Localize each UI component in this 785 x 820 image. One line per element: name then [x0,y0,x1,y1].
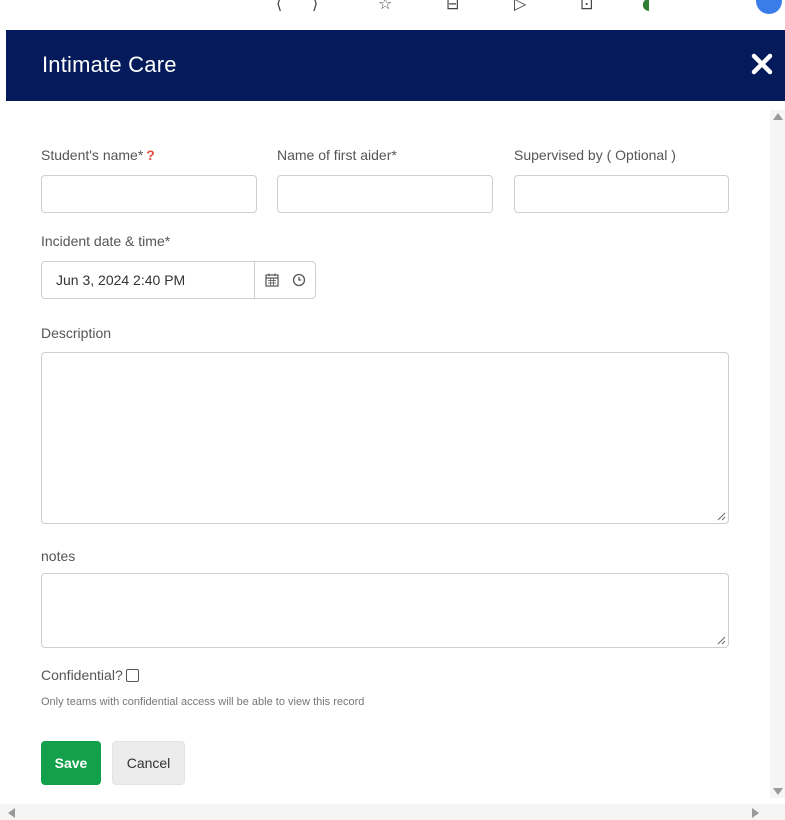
supervised-by-label: Supervised by ( Optional ) [514,147,676,163]
horizontal-scrollbar[interactable] [0,804,785,820]
confidential-hint: Only teams with confidential access will… [41,696,365,708]
extension-icon[interactable]: ⊡ [580,0,593,13]
description-label: Description [41,325,112,341]
modal-header: Intimate Care [6,30,785,101]
vertical-scrollbar[interactable] [770,110,785,798]
notes-label: notes [41,548,76,564]
description-textarea[interactable] [41,352,729,524]
supervised-by-input[interactable] [514,175,729,213]
close-button[interactable] [750,52,774,76]
student-name-label: Student's name*? [41,147,155,163]
toolbar-glyph: ⟨ [276,0,283,13]
scroll-right-icon[interactable] [752,808,759,818]
scroll-down-icon[interactable] [773,788,783,795]
confidential-label: Confidential? [41,667,123,683]
toolbar-glyph: ⟩ [312,0,319,13]
clock-icon[interactable] [291,272,307,288]
confidential-row: Confidential? [41,667,139,683]
first-aider-label: Name of first aider* [277,147,397,163]
scroll-left-icon[interactable] [8,808,15,818]
incident-datetime-label: Incident date & time* [41,233,171,249]
bookmark-icon[interactable]: ☆ [378,0,392,13]
student-name-input[interactable] [41,175,257,213]
play-icon[interactable]: ▷ [514,0,526,13]
incident-datetime-picker[interactable]: Jun 3, 2024 2:40 PM [41,261,316,299]
browser-toolbar: ⟨ ⟩ ☆ ⊟ ▷ ⊡ ◖ [0,0,785,30]
incident-datetime-input[interactable]: Jun 3, 2024 2:40 PM [42,262,255,298]
profile-avatar[interactable] [756,0,782,14]
first-aider-input[interactable] [277,175,493,213]
scroll-up-icon[interactable] [773,113,783,120]
save-button[interactable]: Save [41,741,101,785]
resize-grip-icon[interactable] [716,635,726,645]
split-view-icon[interactable]: ⊟ [446,0,459,13]
calendar-icon[interactable] [264,272,280,288]
notes-textarea[interactable] [41,573,729,648]
student-name-label-text: Student's name* [41,147,144,163]
modal-title: Intimate Care [42,52,177,77]
confidential-checkbox[interactable] [125,668,139,682]
resize-grip-icon[interactable] [716,511,726,521]
help-icon[interactable]: ? [146,147,155,163]
close-icon [751,53,773,75]
shield-icon[interactable]: ◖ [642,0,650,13]
cancel-button[interactable]: Cancel [112,741,185,785]
